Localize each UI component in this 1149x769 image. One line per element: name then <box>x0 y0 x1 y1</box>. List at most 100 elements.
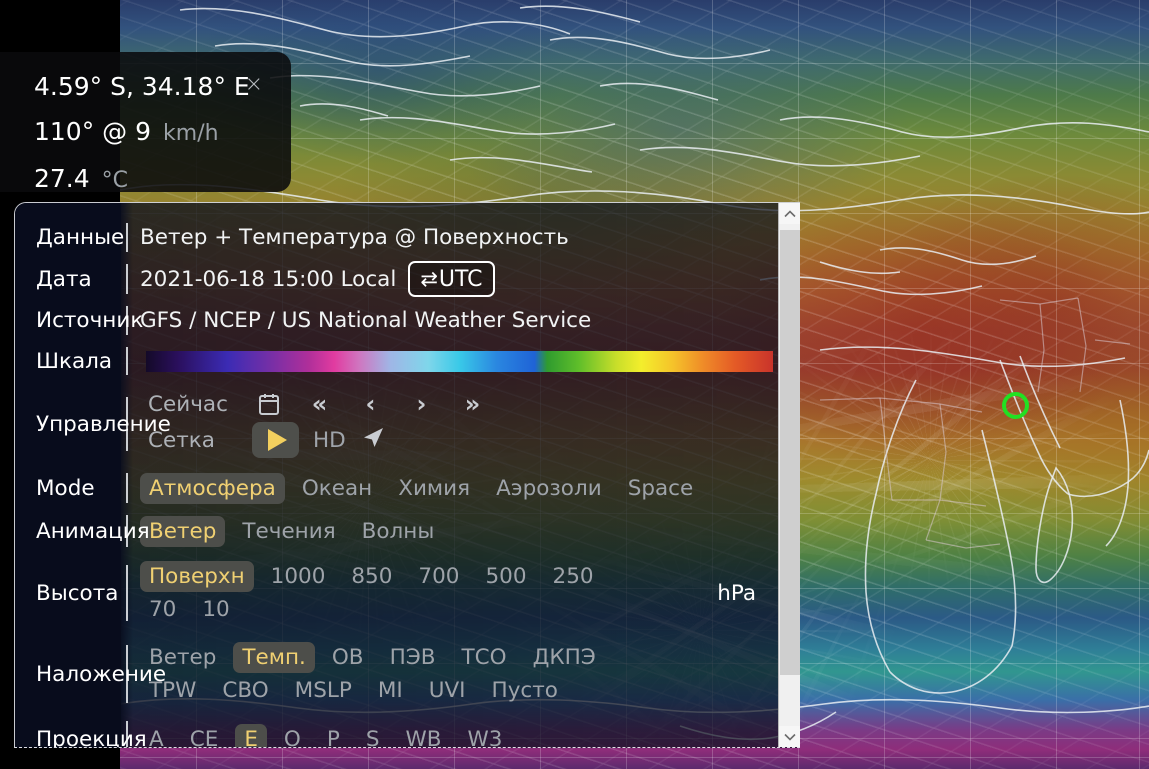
panel-rows: Данные Ветер + Температура @ Поверхность… <box>15 203 800 748</box>
scrollbar-up-button[interactable] <box>778 203 800 224</box>
utc-label: UTC <box>438 266 483 292</box>
row-date-label: Дата <box>36 266 92 292</box>
play-icon[interactable] <box>252 422 299 458</box>
row-projection-label: Проекция <box>36 726 147 748</box>
projection-option-s[interactable]: S <box>357 724 389 748</box>
mode-option-aerosols[interactable]: Аэрозоли <box>487 473 611 504</box>
panel-scrollbar[interactable] <box>778 203 800 747</box>
overlay-options: Ветер Темп. ОВ ПЭВ ТСО ДКПЭ TPW CBO MSLP… <box>140 642 605 706</box>
altitude-option-surface[interactable]: Поверхн <box>140 561 254 592</box>
overlay-option-rh[interactable]: ОВ <box>323 642 373 673</box>
row-overlay-content: Ветер Темп. ОВ ПЭВ ТСО ДКПЭ TPW CBO MSLP… <box>134 642 605 706</box>
projection-option-e[interactable]: E <box>235 723 267 747</box>
mode-option-chem[interactable]: Химия <box>389 473 479 504</box>
control-line-now: Сейчас « ‹ › » <box>148 390 498 418</box>
row-source: Источник GFS / NCEP / US National Weathe… <box>15 300 800 341</box>
row-control-label: Управление <box>36 411 171 437</box>
overlay-option-tso[interactable]: ТСО <box>453 642 516 673</box>
calendar-icon[interactable] <box>252 392 286 416</box>
animation-option-waves[interactable]: Волны <box>353 516 444 547</box>
row-date-content: 2021-06-18 15:00 Local ⇄ UTC <box>134 261 495 297</box>
row-control: Управление Сейчас « ‹ › » Сетка HD <box>15 381 800 467</box>
row-date: Дата 2021-06-18 15:00 Local ⇄ UTC <box>15 258 800 300</box>
readout-temperature-value: 27.4 <box>34 164 90 193</box>
overlay-option-cape[interactable]: ДКПЭ <box>524 642 605 673</box>
close-icon[interactable]: × <box>245 74 263 96</box>
row-projection: Проекция A CE E O P S WB W3 <box>15 715 800 748</box>
animation-option-currents[interactable]: Течения <box>233 516 344 547</box>
row-data-content: Ветер + Температура @ Поверхность <box>134 225 569 250</box>
row-animation-content: Ветер Течения Волны <box>134 515 444 547</box>
control-grid: Сейчас « ‹ › » Сетка HD <box>140 390 498 458</box>
row-altitude-label: Высота <box>36 580 119 606</box>
overlay-option-none[interactable]: Пусто <box>483 675 567 706</box>
row-source-label: Источник <box>36 308 144 333</box>
altitude-option-70[interactable]: 70 <box>140 594 185 625</box>
locate-icon[interactable] <box>360 425 386 455</box>
altitude-option-1000[interactable]: 1000 <box>262 561 335 592</box>
location-marker[interactable] <box>1002 392 1029 419</box>
scrollbar-down-button[interactable] <box>778 726 800 747</box>
row-scale-content <box>134 350 773 372</box>
row-control-content: Сейчас « ‹ › » Сетка HD <box>134 390 498 458</box>
row-animation-label: Анимация <box>36 518 150 544</box>
projection-option-w3[interactable]: W3 <box>459 724 512 748</box>
readout-wind-value: 110° @ 9 <box>34 117 152 146</box>
altitude-options: Поверхн 1000 850 700 500 250 70 10 <box>140 561 603 625</box>
mode-option-ocean[interactable]: Океан <box>293 473 381 504</box>
overlay-option-mslp[interactable]: MSLP <box>286 675 361 706</box>
config-panel: Данные Ветер + Температура @ Поверхность… <box>14 202 800 748</box>
altitude-option-500[interactable]: 500 <box>476 561 535 592</box>
hd-button[interactable]: HD <box>313 428 346 453</box>
animation-option-wind[interactable]: Ветер <box>140 515 226 547</box>
row-mode-content: Атмосфера Океан Химия Аэрозоли Space <box>134 472 703 504</box>
altitude-option-850[interactable]: 850 <box>342 561 401 592</box>
overlay-options-row-2: TPW CBO MSLP MI UVI Пусто <box>140 675 605 706</box>
row-altitude: Высота Поверхн 1000 850 700 500 250 70 1… <box>15 553 800 633</box>
row-scale: Шкала <box>15 341 800 381</box>
row-animation: Анимация Ветер Течения Волны <box>15 509 800 553</box>
readout-wind-unit: km/h <box>163 121 219 146</box>
overlay-option-temp[interactable]: Темп. <box>233 642 315 673</box>
row-source-content: GFS / NCEP / US National Weather Service <box>134 308 591 333</box>
altitude-option-250[interactable]: 250 <box>544 561 603 592</box>
overlay-option-wpd[interactable]: ПЭВ <box>381 642 445 673</box>
overlay-option-cbo[interactable]: CBO <box>213 675 277 706</box>
row-data: Данные Ветер + Температура @ Поверхность <box>15 217 800 258</box>
mode-option-space[interactable]: Space <box>619 473 703 504</box>
row-overlay-label: Наложение <box>36 661 167 687</box>
color-scale-bar[interactable] <box>146 350 773 372</box>
readout-wind: 110° @ 9 km/h <box>34 109 291 156</box>
row-divider <box>121 341 134 381</box>
time-nav-arrows: « ‹ › » <box>294 390 498 418</box>
overlay-options-row-1: Ветер Темп. ОВ ПЭВ ТСО ДКПЭ <box>140 642 605 673</box>
altitude-option-10[interactable]: 10 <box>193 594 238 625</box>
scrollbar-track[interactable] <box>778 224 800 726</box>
scrollbar-thumb[interactable] <box>779 230 800 675</box>
row-divider <box>121 553 134 633</box>
readout-temperature-unit: °C <box>101 168 129 193</box>
overlay-option-uvi[interactable]: UVI <box>420 675 475 706</box>
row-scale-label: Шкала <box>36 348 113 374</box>
mode-option-atmosphere[interactable]: Атмосфера <box>140 472 285 504</box>
altitude-option-700[interactable]: 700 <box>409 561 468 592</box>
nav-next-button[interactable]: › <box>396 390 447 418</box>
readout-coordinates-value: 4.59° S, 34.18° E <box>34 72 250 101</box>
projection-option-wb[interactable]: WB <box>396 724 450 748</box>
overlay-option-mi[interactable]: MI <box>369 675 412 706</box>
utc-toggle-button[interactable]: ⇄ UTC <box>408 261 495 297</box>
projection-option-ce[interactable]: CE <box>181 724 228 748</box>
nav-last-button[interactable]: » <box>447 390 498 418</box>
control-line-grid: Сетка HD <box>148 422 498 458</box>
projection-option-p[interactable]: P <box>318 724 349 748</box>
row-divider <box>121 258 134 300</box>
projection-option-o[interactable]: O <box>275 724 310 748</box>
source-value: GFS / NCEP / US National Weather Service <box>140 308 592 333</box>
row-mode: Mode Атмосфера Океан Химия Аэрозоли Spac… <box>15 467 800 509</box>
row-projection-content: A CE E O P S WB W3 <box>134 723 512 748</box>
row-divider <box>121 467 134 509</box>
nav-first-button[interactable]: « <box>294 390 345 418</box>
date-value: 2021-06-18 15:00 Local <box>140 266 397 292</box>
data-value: Ветер + Температура @ Поверхность <box>140 225 569 250</box>
nav-prev-button[interactable]: ‹ <box>345 390 396 418</box>
